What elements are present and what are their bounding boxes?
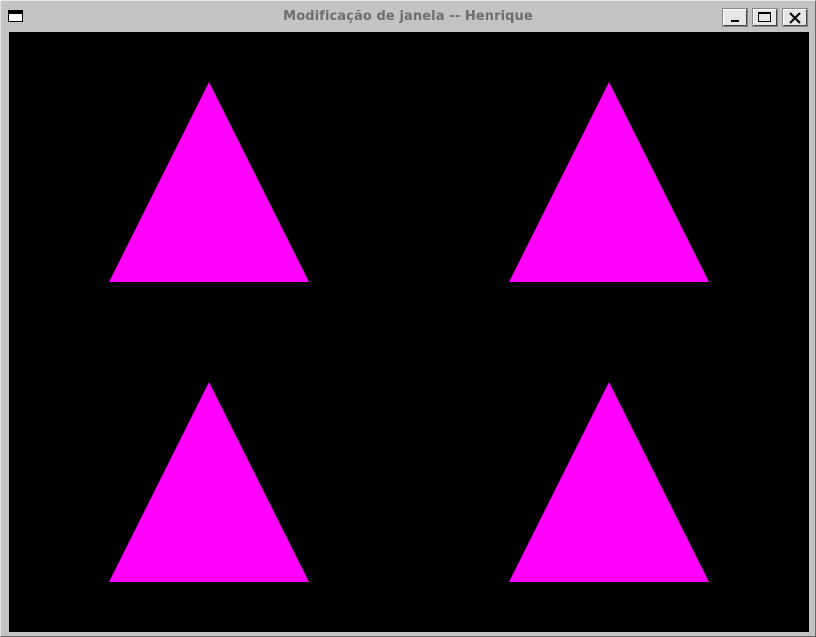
close-icon: [789, 12, 801, 24]
close-button[interactable]: [782, 8, 808, 27]
app-window: Modificação de janela -- Henrique: [0, 0, 816, 637]
title-bar[interactable]: Modificação de janela -- Henrique: [3, 4, 813, 30]
maximize-icon: [758, 12, 771, 22]
canvas-svg: [9, 32, 809, 632]
minimize-button[interactable]: [722, 8, 748, 27]
drawing-canvas[interactable]: [9, 32, 809, 632]
minimize-icon: [731, 20, 739, 22]
window-title: Modificação de janela -- Henrique: [283, 9, 533, 24]
maximize-button[interactable]: [752, 8, 778, 27]
